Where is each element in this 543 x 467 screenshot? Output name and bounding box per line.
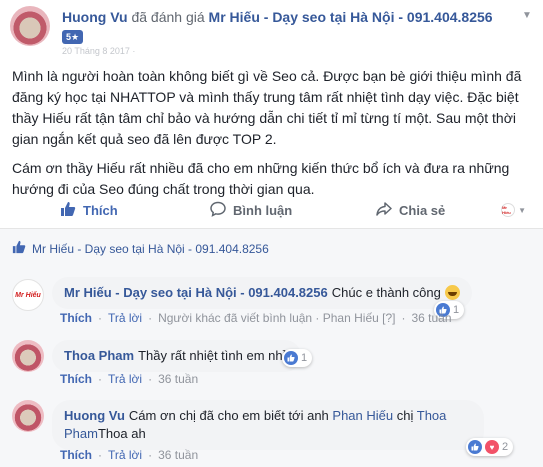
review-verb: đã đánh giá	[131, 9, 205, 25]
like-reaction-icon	[468, 440, 482, 454]
thumbs-up-icon	[12, 240, 26, 257]
comment-bubble: Mr Hiếu - Dạy seo tại Hà Nội - 091.404.8…	[52, 277, 472, 309]
comment: Mr Hiếu Mr Hiếu - Dạy seo tại Hà Nội - 0…	[12, 277, 532, 333]
reaction-count[interactable]: 1	[282, 349, 313, 367]
comment-bubble: Thoa Pham Thầy rất nhiệt tình em nhỉ!	[52, 340, 302, 372]
post-content: Mình là người hoàn toàn không biết gì về…	[12, 66, 532, 208]
commenter-name[interactable]: Thoa Pham	[64, 348, 134, 363]
comment-time[interactable]: 36 tuần	[158, 448, 198, 462]
comment-time[interactable]: 36 tuần	[158, 372, 198, 386]
comment-time[interactable]: 36 tuần	[411, 311, 451, 325]
author-avatar[interactable]	[10, 6, 50, 46]
commenter-avatar[interactable]: Mr Hiếu	[12, 279, 44, 311]
like-reaction-icon	[284, 351, 298, 365]
comment-bubble: Huong Vu Cám ơn chị đã cho em biết tới an…	[52, 400, 484, 450]
like-label: Thích	[83, 202, 118, 218]
like-button[interactable]: Thích	[60, 194, 118, 226]
comment: Huong Vu Cám ơn chị đã cho em biết tới an…	[12, 400, 532, 466]
chevron-down-icon: ▼	[518, 205, 526, 215]
action-bar: Thích Bình luận Chia sẻ Mr Hiếu ▼	[12, 194, 532, 226]
post-as-selector[interactable]: Mr Hiếu ▼	[501, 203, 526, 217]
comment-reply-link[interactable]: Trả lời	[108, 372, 142, 386]
page-name[interactable]: Mr Hiếu - Dạy seo tại Hà Nội - 091.404.8…	[209, 9, 493, 25]
reaction-count[interactable]: ♥ 2	[466, 438, 514, 456]
comment-text: Cám ơn chị đã cho em biết tới anh	[128, 408, 329, 423]
thumbs-up-icon	[60, 201, 76, 220]
comment-text: Thầy rất nhiệt tình em nhỉ!	[138, 348, 290, 363]
rating-badge: 5★	[62, 30, 84, 44]
comment-label: Bình luận	[233, 202, 293, 218]
page-logo-text: Mr Hiếu	[15, 291, 41, 299]
reaction-number: 1	[453, 304, 460, 316]
share-icon	[376, 201, 392, 220]
reaction-number: 2	[502, 441, 509, 453]
comment-reply-link[interactable]: Trả lời	[108, 448, 142, 462]
review-post: Huong Vu đã đánh giá Mr Hiếu - Dạy seo t…	[0, 0, 543, 467]
commenter-avatar[interactable]	[12, 400, 44, 432]
comment-meta: Thích · Trả lời · 36 tuần	[60, 448, 199, 462]
chevron-down-icon[interactable]: ▼	[521, 10, 533, 22]
heart-reaction-icon: ♥	[485, 440, 499, 454]
post-header-text: Huong Vu đã đánh giá Mr Hiếu - Dạy seo t…	[62, 8, 493, 26]
comment-text: chị	[396, 408, 414, 423]
comment-text: Chúc e thành công	[331, 285, 441, 300]
author-name[interactable]: Huong Vu	[62, 9, 128, 25]
share-label: Chia sẻ	[399, 202, 446, 218]
comment-meta: Thích · Trả lời · 36 tuần	[60, 372, 199, 386]
comment: Thoa Pham Thầy rất nhiệt tình em nhỉ! 1 T…	[12, 340, 532, 392]
comment-icon	[210, 201, 226, 220]
comment-written-by: Người khác đã viết bình luận · Phan Hiếu…	[158, 311, 396, 325]
commenter-avatar[interactable]	[12, 340, 44, 372]
comment-like-link[interactable]: Thích	[60, 372, 92, 386]
comment-reply-link[interactable]: Trả lời	[108, 311, 142, 325]
post-header: Huong Vu đã đánh giá Mr Hiếu - Dạy seo t…	[10, 6, 533, 56]
page-logo-icon: Mr Hiếu	[501, 203, 516, 217]
comment-text: Thoa ah	[97, 426, 146, 441]
post-paragraph: Mình là người hoàn toàn không biết gì về…	[12, 68, 522, 147]
liked-by-page[interactable]: Mr Hiếu - Dạy seo tại Hà Nội - 091.404.8…	[32, 242, 269, 256]
commenter-name[interactable]: Huong Vu	[64, 408, 125, 423]
comment-like-link[interactable]: Thích	[60, 448, 92, 462]
commenter-name[interactable]: Mr Hiếu - Dạy seo tại Hà Nội - 091.404.8…	[64, 285, 328, 300]
comment-like-link[interactable]: Thích	[60, 311, 92, 325]
smile-emoji-icon	[444, 285, 460, 300]
mention-tag[interactable]: Phan Hiếu	[332, 408, 393, 423]
liked-by-row: Mr Hiếu - Dạy seo tại Hà Nội - 091.404.8…	[12, 240, 269, 257]
reaction-number: 1	[301, 352, 308, 364]
comment-button[interactable]: Bình luận	[210, 194, 292, 226]
share-button[interactable]: Chia sẻ	[376, 194, 445, 226]
comment-meta: Thích · Trả lời · Người khác đã viết bình …	[60, 311, 452, 325]
post-date[interactable]: 20 Tháng 8 2017 ·	[62, 46, 135, 56]
